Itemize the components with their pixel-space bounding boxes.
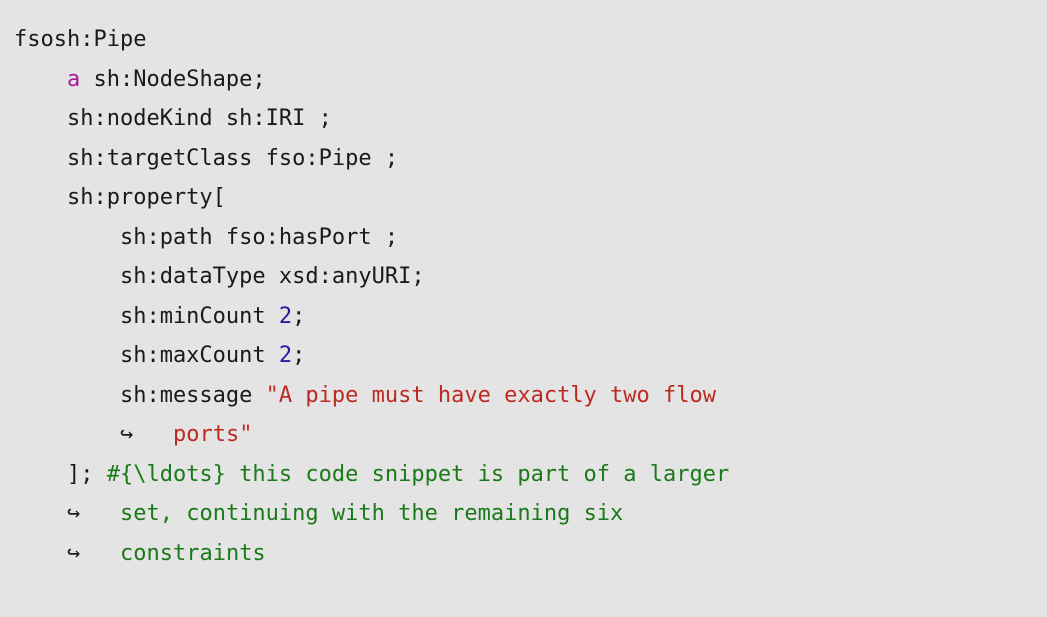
code-line: ↪ constraints (14, 534, 1047, 574)
code-token-default: fsosh:Pipe (14, 27, 147, 52)
code-line: ↪ ports" (14, 415, 1047, 455)
code-token-default (14, 501, 67, 526)
code-token-default (80, 541, 120, 566)
code-token-default (80, 501, 120, 526)
code-token-comment: set, continuing with the remaining six (119, 501, 624, 526)
code-token-default (14, 541, 67, 566)
code-token-string: ports" (172, 422, 253, 447)
code-line: sh:property[ (14, 178, 1047, 218)
code-token-comment: #{\ldots} this code snippet is part of a… (106, 461, 730, 487)
code-line: sh:message "A pipe must have exactly two… (14, 376, 1047, 416)
code-token-default: ]; (14, 461, 107, 487)
code-token-default: sh:message (14, 382, 266, 408)
code-token-default: sh:path fso:hasPort ; (14, 224, 399, 250)
code-token-number: 2 (278, 343, 293, 368)
code-line: sh:path fso:hasPort ; (14, 218, 1047, 258)
code-token-comment: constraints (119, 540, 266, 566)
line-continuation-arrow-icon: ↪ (119, 422, 134, 447)
code-line: sh:targetClass fso:Pipe ; (14, 139, 1047, 179)
line-continuation-arrow-icon: ↪ (66, 540, 81, 566)
code-token-default: ; (292, 343, 306, 368)
code-line: sh:minCount 2; (14, 297, 1047, 337)
code-token-default: sh:NodeShape; (80, 66, 266, 92)
code-line: ↪ set, continuing with the remaining six (14, 494, 1047, 534)
code-token-default: sh:nodeKind sh:IRI ; (14, 106, 332, 131)
code-token-default (14, 67, 67, 92)
code-token-keyword: a (66, 66, 81, 92)
code-line: sh:dataType xsd:anyURI; (14, 257, 1047, 297)
code-token-string: "A pipe must have exactly two flow (265, 382, 717, 408)
code-token-default: sh:minCount (14, 303, 279, 329)
code-token-default (14, 422, 120, 447)
code-line: a sh:NodeShape; (14, 60, 1047, 100)
code-token-number: 2 (278, 303, 293, 329)
line-continuation-arrow-icon: ↪ (66, 501, 81, 526)
code-token-default: sh:targetClass fso:Pipe ; (14, 145, 399, 171)
code-token-default: sh:dataType xsd:anyURI; (14, 264, 425, 289)
code-line: sh:nodeKind sh:IRI ; (14, 99, 1047, 139)
code-line: fsosh:Pipe (14, 20, 1047, 60)
code-token-default: sh:maxCount (14, 343, 279, 368)
code-line: ]; #{\ldots} this code snippet is part o… (14, 455, 1047, 495)
code-listing: fsosh:Pipe a sh:NodeShape; sh:nodeKind s… (0, 0, 1047, 617)
code-token-default (133, 422, 173, 447)
code-token-default: sh:property[ (14, 185, 226, 210)
code-line: sh:maxCount 2; (14, 336, 1047, 376)
code-token-default: ; (292, 303, 306, 329)
